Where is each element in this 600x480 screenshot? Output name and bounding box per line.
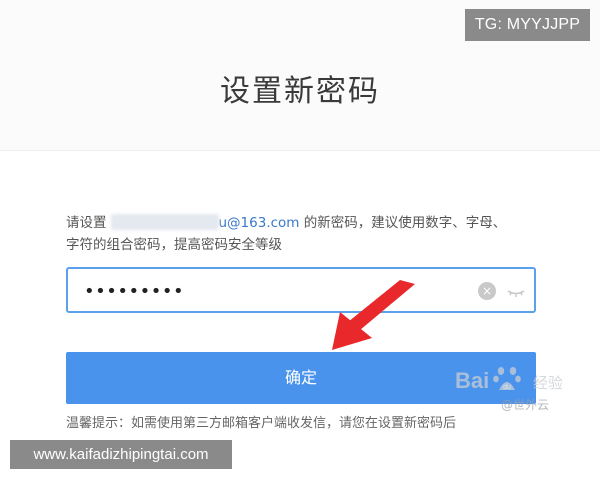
jingyan-text: 经验	[533, 374, 564, 392]
red-arrow-annotation	[332, 280, 415, 350]
instruction-suffix: 的新密码，建议使用数字、字母、	[299, 215, 507, 231]
clear-icon[interactable]: ×	[478, 282, 496, 300]
instruction-text: 请设置 u@163.com 的新密码，建议使用数字、字母、 字符的组合密码，提高密…	[66, 212, 546, 256]
instruction-prefix: 请设置	[66, 215, 107, 231]
email-address: u@163.com	[218, 215, 300, 231]
page-title: 设置新密码	[220, 74, 380, 109]
password-value: •••••••••	[84, 281, 185, 302]
svg-text:du: du	[503, 384, 511, 391]
baidu-paw-icon: du	[493, 367, 521, 391]
tip-text: 温馨提示：如需使用第三方邮箱客户端收发信，请您在设置新密码后	[66, 416, 457, 431]
eye-icon[interactable]	[506, 282, 526, 300]
new-password-input[interactable]: ••••••••• ×	[66, 267, 536, 313]
header-divider	[0, 150, 600, 151]
screenshot-stage: TG: MYYJJPP 设置新密码 请设置 u@163.com 的新密码，建议使用…	[0, 0, 600, 480]
baidu-watermark: Bai du 经验 @世外云	[455, 362, 595, 418]
baidu-logo-text: Bai	[455, 368, 490, 393]
watermark-author: @世外云	[501, 398, 550, 412]
tg-overlay-badge: TG: MYYJJPP	[465, 9, 590, 41]
instruction-line2: 字符的组合密码，提高密码安全等级	[66, 237, 282, 253]
blurred-email-part	[110, 214, 219, 230]
url-overlay-badge: www.kaifadizhipingtai.com	[10, 440, 232, 469]
